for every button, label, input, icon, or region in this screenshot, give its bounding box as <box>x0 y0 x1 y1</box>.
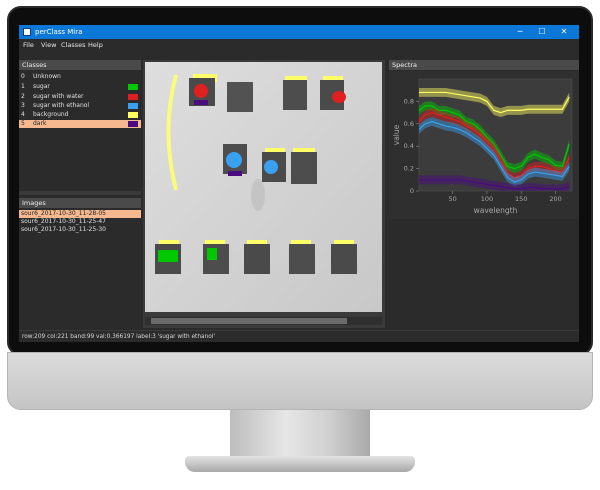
sample-square <box>289 240 315 274</box>
class-name: sugar <box>33 83 50 90</box>
x-tick-label: 150 <box>515 195 527 203</box>
sample-square <box>320 76 346 110</box>
menu-classes[interactable]: Classes <box>61 39 86 51</box>
menu-view[interactable]: View <box>41 39 56 51</box>
class-row[interactable]: 0 Unknown <box>19 73 141 81</box>
images-panel-title: Images <box>19 198 141 208</box>
sample-square <box>291 148 317 184</box>
classes-list: 0 Unknown 1 sugar 2 sugar with water 3 s… <box>19 73 141 191</box>
class-color-swatch[interactable] <box>128 121 138 127</box>
class-number: 1 <box>21 83 25 90</box>
class-number: 5 <box>21 120 25 127</box>
class-row[interactable]: 3 sugar with ethanol <box>19 102 141 110</box>
class-row[interactable]: 4 background <box>19 111 141 119</box>
monitor-chin <box>7 352 593 410</box>
monitor: perClass Mira ─ ☐ ✕ File View Classes He… <box>0 0 600 490</box>
class-row[interactable]: 1 sugar <box>19 83 141 91</box>
classes-panel-title: Classes <box>19 60 141 70</box>
class-color-swatch[interactable] <box>128 112 138 118</box>
sample-square <box>244 240 270 274</box>
spectra-chart[interactable]: 50 100 150 200 0 0.2 0.4 0.6 0.8 wavelength value <box>389 71 579 219</box>
spectra-plot-area[interactable]: 50 100 150 200 0 0.2 0.4 0.6 0.8 wavelength value <box>389 71 579 219</box>
class-number: 3 <box>21 102 25 109</box>
spectra-panel-title: Spectra <box>389 60 579 70</box>
class-row[interactable]: 2 sugar with water <box>19 93 141 101</box>
y-axis-label: value <box>392 124 401 145</box>
sample-square <box>189 74 217 106</box>
x-tick-label: 200 <box>549 195 561 203</box>
sample-square <box>283 76 307 110</box>
y-tick-label: 0.2 <box>404 165 414 173</box>
y-tick-label: 0.6 <box>404 120 414 128</box>
class-number: 4 <box>21 111 25 118</box>
class-name: sugar with ethanol <box>33 102 90 109</box>
x-tick-label: 100 <box>481 195 493 203</box>
y-tick-label: 0.8 <box>404 97 414 105</box>
image-list-item-selected[interactable]: sour6_2017-10-30_11-28-05 <box>19 210 141 218</box>
hyperspectral-image[interactable] <box>143 60 385 328</box>
class-name: Unknown <box>33 73 61 80</box>
status-bar: row:209 col:221 band:99 val:0.366197 lab… <box>19 330 579 342</box>
class-color-swatch[interactable] <box>128 84 138 90</box>
images-list: sour6_2017-10-30_11-28-05 sour6_2017-10-… <box>19 210 141 328</box>
monitor-stand-base <box>185 456 415 472</box>
class-number: 2 <box>21 93 25 100</box>
menu-bar: File View Classes Help <box>19 39 579 51</box>
panel-splitter[interactable] <box>19 191 141 195</box>
minimize-icon[interactable]: ─ <box>511 25 529 39</box>
class-color-swatch[interactable] <box>128 103 138 109</box>
class-name: sugar with water <box>33 93 84 100</box>
sample-square <box>155 240 181 274</box>
app-icon <box>23 28 31 36</box>
horizontal-scrollbar[interactable] <box>145 317 382 325</box>
sample-square <box>262 148 286 182</box>
image-list-item[interactable]: sour6_2017-10-30_11-25-47 <box>19 218 141 226</box>
image-viewer[interactable] <box>143 60 385 328</box>
class-name: background <box>33 111 69 118</box>
menu-help[interactable]: Help <box>88 39 103 51</box>
sample-square <box>227 82 253 112</box>
y-tick-label: 0.4 <box>404 142 414 150</box>
x-tick-label: 50 <box>448 195 456 203</box>
x-axis-label: wavelength <box>474 206 518 215</box>
class-number: 0 <box>21 73 25 80</box>
image-list-item[interactable]: sour6_2017-10-30_11-25-30 <box>19 226 141 234</box>
scrollbar-thumb[interactable] <box>151 318 347 324</box>
class-color-swatch[interactable] <box>128 94 138 100</box>
sample-square <box>203 240 229 274</box>
close-icon[interactable]: ✕ <box>555 25 573 39</box>
y-tick-label: 0 <box>410 187 414 195</box>
class-name: dark <box>33 120 47 127</box>
menu-file[interactable]: File <box>23 39 34 51</box>
class-row-selected[interactable]: 5 dark <box>19 120 141 128</box>
maximize-icon[interactable]: ☐ <box>533 25 551 39</box>
sample-square <box>223 144 247 176</box>
monitor-stand-neck <box>230 410 370 458</box>
sample-square <box>331 240 357 274</box>
window-title: perClass Mira <box>35 28 83 36</box>
title-bar: perClass Mira ─ ☐ ✕ <box>19 25 579 39</box>
screen: perClass Mira ─ ☐ ✕ File View Classes He… <box>19 25 579 342</box>
